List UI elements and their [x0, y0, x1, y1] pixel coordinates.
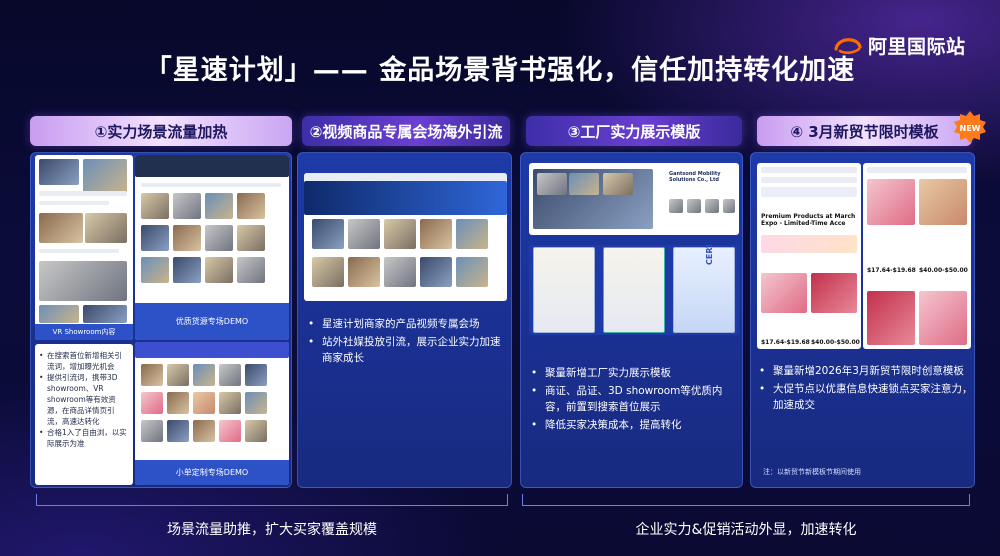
march-expo-phone-right: $17.64-$19.68 $40.00-$50.00	[863, 163, 971, 349]
price-1: $17.64-$19.68	[761, 339, 810, 346]
march-expo-phone-left: Premium Products at March Expo - Limited…	[757, 163, 861, 349]
section-1-header: ①实力场景流量加热	[30, 116, 292, 146]
section-2-header: ②视频商品专属会场海外引流	[302, 116, 510, 146]
premium-source-demo-screenshot: 优质货源专场DEMO	[135, 155, 289, 340]
bullet-item: 星速计划商家的产品视频专属会场	[308, 316, 508, 332]
section-4-panel: Premium Products at March Expo - Limited…	[750, 152, 975, 488]
page-title: 「星速计划」—— 金品场景背书强化，信任加持转化加速	[144, 55, 856, 86]
section-3-header: ③工厂实力展示模版	[526, 116, 742, 146]
section-1-notes-box: 在搜索首位新增相关引流词，增加曝光机会 提供引流词，携带3D showroom、…	[35, 344, 133, 485]
bullet-item: 聚量新增工厂实力展示模板	[531, 365, 741, 381]
bullet-item: 商证、品证、3D showroom等优质内容，前置到搜索首位展示	[531, 383, 741, 415]
price-3: $17.64-$19.68	[867, 267, 916, 274]
section-2-panel: 星速计划商家的产品视频专属会场 站外社媒投放引流，展示企业实力加速商家成长	[297, 152, 512, 488]
section-3-bullets: 聚量新增工厂实力展示模板 商证、品证、3D showroom等优质内容，前置到搜…	[531, 365, 741, 435]
section-4-bullets: 聚量新增2026年3月新贸节限时创意模板 大促节点以优惠信息快速锁点买家注意力，…	[759, 363, 974, 415]
vr-showroom-caption: VR Showroom内容	[35, 324, 133, 340]
price-4: $40.00-$50.00	[919, 267, 968, 274]
right-bracket	[522, 494, 970, 506]
promo-banner-text: Premium Products at March Expo - Limited…	[761, 213, 856, 227]
new-badge-icon: NEW	[954, 111, 986, 143]
bullet-item: 大促节点以优惠信息快速锁点买家注意力，加速成交	[759, 381, 974, 413]
vr-showroom-screenshot: VR Showroom内容	[35, 155, 133, 340]
factory-showcase-screenshot: Gantsond Mobility Solutions Co., Ltd	[529, 163, 739, 235]
section-3-panel: Gantsond Mobility Solutions Co., Ltd CER…	[520, 152, 743, 488]
footer-left-text: 场景流量助推，扩大买家覆盖规模	[167, 522, 377, 538]
bullet-item: 站外社媒投放引流，展示企业实力加速商家成长	[308, 334, 508, 366]
section-4-header: ④ 3月新贸节限时模板	[757, 116, 972, 146]
premium-source-caption: 优质货源专场DEMO	[135, 303, 289, 340]
footer-right-text: 企业实力&促销活动外显，加速转化	[635, 522, 857, 538]
certificates-screenshot: CERTIFICATE	[529, 245, 739, 335]
small-custom-caption: 小单定制专场DEMO	[135, 460, 289, 485]
section-4-note: 注：以新贸节新模板节期间使用	[763, 468, 861, 476]
small-custom-demo-screenshot: 小单定制专场DEMO	[135, 342, 289, 485]
new-badge-label: NEW	[960, 124, 981, 133]
video-venue-screenshot	[304, 173, 507, 301]
note-item: 合格1入了自由浏，以实际展示为准	[39, 427, 129, 449]
certificate-label: CERTIFICATE	[705, 245, 714, 265]
bullet-item: 降低买家决策成本，提高转化	[531, 417, 741, 433]
note-item: 在搜索首位新增相关引流词，增加曝光机会	[39, 350, 129, 372]
section-1-panel: VR Showroom内容 优质货源专场DEMO 在搜索首位新增相关引流词，增加…	[30, 152, 292, 488]
bullet-item: 聚量新增2026年3月新贸节限时创意模板	[759, 363, 974, 379]
price-2: $40.00-$50.00	[811, 339, 860, 346]
section-1-notes: 在搜索首位新增相关引流词，增加曝光机会 提供引流词，携带3D showroom、…	[39, 350, 129, 449]
section-2-bullets: 星速计划商家的产品视频专属会场 站外社媒投放引流，展示企业实力加速商家成长	[308, 316, 508, 368]
note-item: 提供引流词，携带3D showroom、VR showroom等有效资源，在商品…	[39, 372, 129, 427]
company-name: Gantsond Mobility Solutions Co., Ltd	[669, 171, 721, 183]
left-bracket	[36, 494, 508, 506]
